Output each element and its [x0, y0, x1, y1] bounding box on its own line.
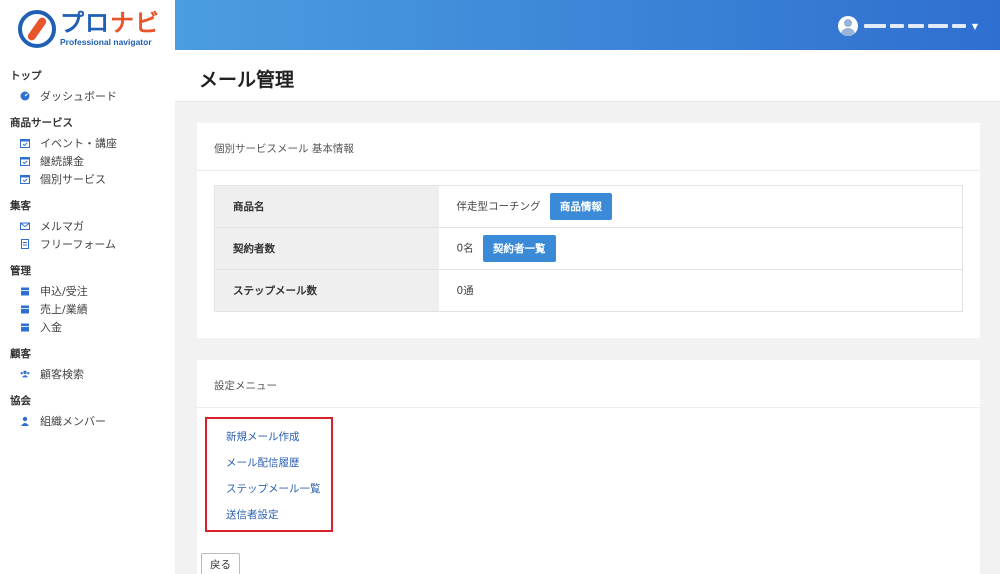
logo[interactable]: プロナビ Professional navigator: [0, 0, 175, 58]
sidebar-item-label: 個別サービス: [40, 173, 106, 186]
settings-menu-card: 設定メニュー 新規メール作成 メール配信履歴 ステップメール一覧 送信者設定: [197, 360, 980, 574]
nav-heading: 集客: [10, 200, 31, 212]
calendar-check-icon: [20, 138, 30, 148]
sidebar-item-label: イベント・講座: [40, 137, 117, 150]
table-row: ステップメール数 0通: [214, 269, 963, 312]
settings-links-highlight: 新規メール作成 メール配信履歴 ステップメール一覧 送信者設定: [205, 417, 333, 532]
users-icon: [20, 369, 30, 379]
sidebar: プロナビ Professional navigator トップ ダッシュボード …: [0, 0, 175, 574]
sidebar-item-free-form[interactable]: フリーフォーム: [0, 235, 175, 253]
nav-group-management: 管理 申込/受注 売上/業績 入金: [0, 259, 175, 336]
table-row: 契約者数 0名 契約者一覧: [214, 227, 963, 270]
dashboard-icon: [20, 91, 30, 101]
contract-list-button[interactable]: 契約者一覧: [483, 235, 556, 262]
new-mail-link[interactable]: 新規メール作成: [226, 429, 331, 455]
table-row: 商品名 伴走型コーチング 商品情報: [214, 185, 963, 228]
calendar-check-icon: [20, 156, 30, 166]
mail-history-link[interactable]: メール配信履歴: [226, 455, 331, 481]
sender-settings-link[interactable]: 送信者設定: [226, 507, 331, 533]
sidebar-item-dashboard[interactable]: ダッシュボード: [0, 87, 175, 105]
nav-heading: 商品サービス: [10, 117, 73, 129]
sidebar-item-newsletter[interactable]: メルマガ: [0, 217, 175, 235]
user-icon: [20, 416, 30, 426]
nav-heading: 管理: [10, 265, 31, 277]
row-value-contracts: 0名 契約者一覧: [439, 228, 963, 270]
nav-heading: トップ: [10, 70, 42, 82]
nav-group-customers: 顧客 顧客検索: [0, 342, 175, 383]
row-value-product: 伴走型コーチング 商品情報: [439, 186, 963, 228]
info-table: 商品名 伴走型コーチング 商品情報 契約者数 0名 契約者一覧 ステップメール数…: [214, 185, 963, 312]
sidebar-item-payments[interactable]: 入金: [0, 318, 175, 336]
avatar: [837, 16, 858, 36]
step-mail-count: 0通: [456, 285, 474, 297]
sidebar-item-members[interactable]: 組織メンバー: [0, 412, 175, 430]
sidebar-item-label: フリーフォーム: [40, 238, 117, 251]
page-title: メール管理: [199, 69, 295, 91]
nav-group-marketing: 集客 メルマガ フリーフォーム: [0, 194, 175, 253]
sidebar-item-label: 継続課金: [40, 155, 84, 168]
sidebar-item-events[interactable]: イベント・講座: [0, 134, 175, 152]
calendar-check-icon: [20, 174, 30, 184]
chevron-down-icon: ▼: [971, 21, 978, 31]
sidebar-item-label: 顧客検索: [40, 368, 84, 381]
sidebar-item-subscription[interactable]: 継続課金: [0, 152, 175, 170]
user-menu[interactable]: ▼: [837, 16, 978, 36]
nav-group-top: トップ ダッシュボード: [0, 64, 175, 105]
card-title: 個別サービスメール 基本情報: [197, 123, 980, 171]
top-bar: ▼: [175, 0, 1000, 50]
nav-heading: 協会: [10, 395, 31, 407]
product-name: 伴走型コーチング: [456, 200, 541, 213]
row-label-product: 商品名: [214, 185, 439, 228]
basic-info-card: 個別サービスメール 基本情報 商品名 伴走型コーチング 商品情報 契約者数 0名…: [197, 123, 980, 338]
calendar-icon: [20, 286, 30, 296]
back-button[interactable]: 戻る: [201, 553, 240, 574]
sidebar-item-individual-service[interactable]: 個別サービス: [0, 170, 175, 188]
sidebar-item-sales[interactable]: 売上/業績: [0, 300, 175, 318]
form-icon: [20, 239, 30, 249]
row-label-steps: ステップメール数: [214, 269, 439, 312]
nav-group-products: 商品サービス イベント・講座 継続課金 個別サービス: [0, 111, 175, 188]
sidebar-item-label: 組織メンバー: [40, 415, 106, 428]
calendar-icon: [20, 322, 30, 332]
sidebar-item-label: ダッシュボード: [40, 90, 117, 103]
contract-count: 0名: [456, 242, 474, 255]
envelope-icon: [20, 221, 30, 231]
compass-logo-icon: [18, 10, 56, 48]
sidebar-item-label: 売上/業績: [40, 303, 88, 316]
row-label-contracts: 契約者数: [214, 227, 439, 270]
sidebar-item-orders[interactable]: 申込/受注: [0, 282, 175, 300]
nav-group-association: 協会 組織メンバー: [0, 389, 175, 430]
sidebar-item-customer-search[interactable]: 顧客検索: [0, 365, 175, 383]
logo-title: プロナビ: [60, 9, 160, 38]
product-info-button[interactable]: 商品情報: [549, 193, 612, 220]
sidebar-item-label: メルマガ: [40, 220, 84, 233]
sidebar-item-label: 入金: [40, 321, 62, 334]
user-name-redacted: [863, 24, 966, 28]
card-title: 設定メニュー: [197, 360, 980, 408]
step-mail-list-link[interactable]: ステップメール一覧: [226, 481, 331, 507]
nav-heading: 顧客: [10, 348, 31, 360]
page-header: メール管理: [175, 50, 1000, 102]
calendar-icon: [20, 304, 30, 314]
logo-subtitle: Professional navigator: [60, 37, 152, 48]
sidebar-item-label: 申込/受注: [40, 285, 88, 298]
